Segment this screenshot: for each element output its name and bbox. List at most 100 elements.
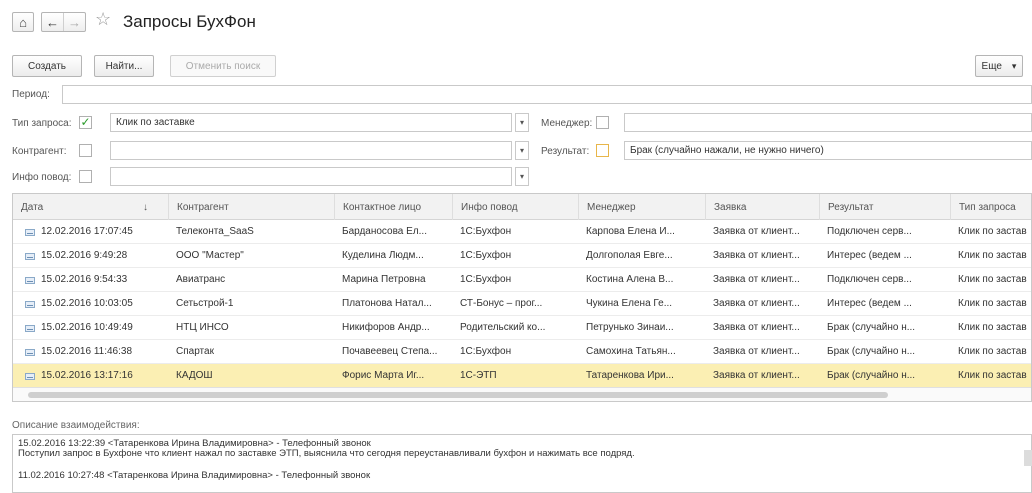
more-button[interactable]: Еще ▾ bbox=[975, 55, 1023, 77]
manager-label: Менеджер: bbox=[541, 118, 593, 129]
cell-contact: Платонова Натал... bbox=[342, 298, 432, 309]
cell-contact: Почавеевец Степа... bbox=[342, 346, 438, 357]
description-line: 11.02.2016 10:27:48 <Татаренкова Ирина В… bbox=[18, 470, 371, 481]
cell-counterparty: КАДОШ bbox=[176, 370, 213, 381]
cell-counterparty: ООО "Мастер" bbox=[176, 250, 244, 261]
counterparty-field[interactable] bbox=[110, 141, 512, 160]
table-row[interactable]: 15.02.2016 9:54:33 Авиатранс Марина Петров… bbox=[13, 268, 1031, 292]
cell-manager: Самохина Татьян... bbox=[586, 346, 676, 357]
cell-date: 15.02.2016 11:46:38 bbox=[41, 346, 133, 357]
request-type-dropdown-icon[interactable]: ▾ bbox=[515, 113, 529, 132]
table-row[interactable]: 15.02.2016 10:49:49 НТЦ ИНСО Никифоров Анд… bbox=[13, 316, 1031, 340]
home-icon: ⌂ bbox=[19, 14, 27, 30]
table-row[interactable]: 15.02.2016 10:03:05 Сетьстрой-1 Платонова … bbox=[13, 292, 1031, 316]
table-row[interactable]: 15.02.2016 11:46:38 Спартак Почавеевец Сте… bbox=[13, 340, 1031, 364]
column-header-request-type[interactable]: Тип запроса bbox=[950, 194, 1031, 220]
result-checkbox[interactable] bbox=[596, 144, 609, 157]
cell-result: Брак (случайно н... bbox=[827, 370, 916, 381]
description-text[interactable]: 15.02.2016 13:22:39 <Татаренкова Ирина В… bbox=[12, 434, 1032, 493]
cell-info-reason: 1С:Бухфон bbox=[460, 250, 512, 261]
description-scrollbar[interactable] bbox=[1024, 450, 1032, 466]
cell-counterparty: Спартак bbox=[176, 346, 214, 357]
cell-contact: Никифоров Андр... bbox=[342, 322, 430, 333]
cell-application: Заявка от клиент... bbox=[713, 298, 800, 309]
period-field[interactable] bbox=[62, 85, 1032, 104]
cell-result: Брак (случайно н... bbox=[827, 322, 916, 333]
cell-application: Заявка от клиент... bbox=[713, 370, 800, 381]
info-reason-dropdown-icon[interactable]: ▾ bbox=[515, 167, 529, 186]
table-body: 12.02.2016 17:07:45 Телеконта_SaaS Бардано… bbox=[13, 220, 1031, 388]
cell-date: 15.02.2016 9:54:33 bbox=[41, 274, 128, 285]
table-row[interactable]: 15.02.2016 9:49:28 ООО "Мастер" Куделина Л… bbox=[13, 244, 1031, 268]
request-type-label: Тип запроса: bbox=[12, 118, 72, 129]
find-button[interactable]: Найти... bbox=[94, 55, 154, 77]
favorite-star-icon[interactable]: ☆ bbox=[95, 9, 111, 30]
cell-contact: Барданосова Ел... bbox=[342, 226, 427, 237]
cell-info-reason: СТ-Бонус – прог... bbox=[460, 298, 543, 309]
info-reason-field[interactable] bbox=[110, 167, 512, 186]
scrollbar-thumb[interactable] bbox=[28, 392, 888, 398]
create-button[interactable]: Создать bbox=[12, 55, 82, 77]
forward-button[interactable]: → bbox=[63, 13, 85, 31]
cell-date: 15.02.2016 10:49:49 bbox=[41, 322, 133, 333]
description-line: Поступил запрос в Бухфоне что клиент наж… bbox=[18, 448, 635, 459]
cell-date: 12.02.2016 17:07:45 bbox=[41, 226, 133, 237]
cell-date: 15.02.2016 13:17:16 bbox=[41, 370, 133, 381]
cell-counterparty: НТЦ ИНСО bbox=[176, 322, 229, 333]
manager-checkbox[interactable] bbox=[596, 116, 609, 129]
result-label: Результат: bbox=[541, 146, 590, 157]
cell-counterparty: Телеконта_SaaS bbox=[176, 226, 254, 237]
info-reason-label: Инфо повод: bbox=[12, 172, 72, 183]
result-field[interactable]: Брак (случайно нажали, не нужно ничего) bbox=[624, 141, 1032, 160]
cell-application: Заявка от клиент... bbox=[713, 226, 800, 237]
cell-info-reason: 1С:Бухфон bbox=[460, 274, 512, 285]
cell-contact: Марина Петровна bbox=[342, 274, 426, 285]
cell-counterparty: Сетьстрой-1 bbox=[176, 298, 234, 309]
cell-contact: Куделина Людм... bbox=[342, 250, 424, 261]
info-reason-checkbox[interactable] bbox=[79, 170, 92, 183]
description-label: Описание взаимодействия: bbox=[12, 420, 140, 431]
home-button[interactable]: ⌂ bbox=[12, 12, 34, 32]
request-type-checkbox[interactable]: ✓ bbox=[79, 116, 92, 129]
cell-info-reason: 1С-ЭТП bbox=[460, 370, 497, 381]
table-header: Дата ↓ Контрагент Контактное лицо Инфо п… bbox=[13, 194, 1031, 220]
cell-request-type: Клик по застав bbox=[958, 322, 1027, 333]
column-header-result[interactable]: Результат bbox=[819, 194, 950, 220]
cell-request-type: Клик по застав bbox=[958, 226, 1027, 237]
cell-info-reason: 1С:Бухфон bbox=[460, 346, 512, 357]
cell-info-reason: 1С:Бухфон bbox=[460, 226, 512, 237]
cell-info-reason: Родительский ко... bbox=[460, 322, 546, 333]
column-header-info-reason[interactable]: Инфо повод bbox=[452, 194, 578, 220]
cell-contact: Форис Марта Иг... bbox=[342, 370, 425, 381]
column-header-counterparty[interactable]: Контрагент bbox=[168, 194, 334, 220]
cell-manager: Татаренкова Ири... bbox=[586, 370, 674, 381]
cell-application: Заявка от клиент... bbox=[713, 346, 800, 357]
manager-field[interactable] bbox=[624, 113, 1032, 132]
cell-date: 15.02.2016 10:03:05 bbox=[41, 298, 133, 309]
cell-result: Брак (случайно н... bbox=[827, 346, 916, 357]
column-header-manager[interactable]: Менеджер bbox=[578, 194, 705, 220]
cancel-search-button[interactable]: Отменить поиск bbox=[170, 55, 276, 77]
counterparty-checkbox[interactable] bbox=[79, 144, 92, 157]
cell-request-type: Клик по застав bbox=[958, 346, 1027, 357]
counterparty-label: Контрагент: bbox=[12, 146, 67, 157]
cell-application: Заявка от клиент... bbox=[713, 250, 800, 261]
requests-table: Дата ↓ Контрагент Контактное лицо Инфо п… bbox=[12, 193, 1032, 402]
counterparty-dropdown-icon[interactable]: ▾ bbox=[515, 141, 529, 160]
cell-manager: Долгополая Евге... bbox=[586, 250, 673, 261]
cell-result: Подключен серв... bbox=[827, 226, 912, 237]
cell-request-type: Клик по застав bbox=[958, 298, 1027, 309]
back-button[interactable]: ← bbox=[42, 13, 63, 31]
column-header-application[interactable]: Заявка bbox=[705, 194, 819, 220]
table-row[interactable]: 15.02.2016 13:17:16 КАДОШ Форис Марта Иг..… bbox=[13, 364, 1031, 388]
cell-manager: Петрунько Зинаи... bbox=[586, 322, 674, 333]
horizontal-scrollbar[interactable] bbox=[13, 387, 1031, 401]
page-title: Запросы БухФон bbox=[123, 12, 256, 31]
cell-request-type: Клик по застав bbox=[958, 370, 1027, 381]
request-type-field[interactable]: Клик по заставке bbox=[110, 113, 512, 132]
table-row[interactable]: 12.02.2016 17:07:45 Телеконта_SaaS Бардано… bbox=[13, 220, 1031, 244]
cell-result: Интерес (ведем ... bbox=[827, 298, 912, 309]
column-header-contact[interactable]: Контактное лицо bbox=[334, 194, 452, 220]
title-bar: ⌂ ← → ☆ Запросы БухФон bbox=[0, 0, 1032, 44]
column-header-date[interactable]: Дата ↓ bbox=[13, 194, 168, 220]
